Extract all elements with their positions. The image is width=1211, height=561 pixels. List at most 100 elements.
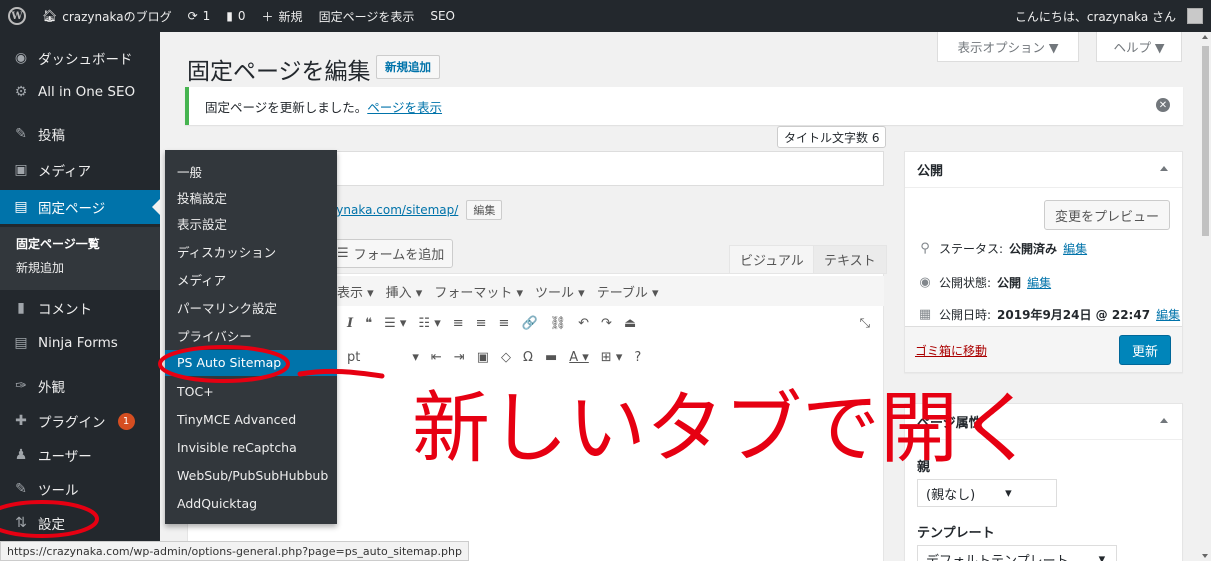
menu-tools[interactable]: ツール ▾: [535, 282, 585, 301]
sidebar-item-plugins[interactable]: ✚ プラグイン 1: [0, 407, 160, 435]
scroll-thumb[interactable]: [1202, 46, 1209, 236]
clear-format-icon[interactable]: ◇: [501, 350, 511, 365]
flyout-item-ps-auto-sitemap[interactable]: PS Auto Sitemap: [165, 350, 337, 376]
scroll-down-arrow-icon[interactable]: [1202, 554, 1208, 558]
permalink-edit-button[interactable]: 編集: [466, 200, 503, 220]
unlink-icon[interactable]: ⛓: [550, 316, 567, 331]
help-icon[interactable]: ?: [634, 350, 641, 365]
sidebar-item-ninja-forms[interactable]: ▤ Ninja Forms: [0, 329, 160, 357]
page-attributes-header[interactable]: ページ属性: [905, 404, 1182, 440]
flyout-item-permalinks[interactable]: パーマリンク設定: [177, 298, 277, 317]
omega-icon[interactable]: Ω: [523, 350, 533, 365]
sidebar-item-users[interactable]: ♟ ユーザー: [0, 441, 160, 469]
visibility-value: 公開: [997, 276, 1022, 290]
eye-icon: ◉: [919, 275, 931, 290]
flyout-item-discussion[interactable]: ディスカッション: [177, 242, 276, 261]
align-center-icon[interactable]: ≡: [476, 316, 487, 331]
sidebar-item-comments[interactable]: ▮ コメント: [0, 294, 160, 322]
scroll-up-arrow-icon[interactable]: [1202, 35, 1208, 39]
edit-visibility-link[interactable]: 編集: [1027, 274, 1051, 291]
new-content-link[interactable]: ＋ 新規: [254, 0, 311, 32]
insert-icon[interactable]: ⏏: [624, 316, 636, 331]
wp-logo-menu[interactable]: W: [0, 0, 34, 32]
sidebar-item-label: 設定: [38, 517, 65, 533]
menu-view[interactable]: 表示 ▾: [337, 282, 374, 301]
align-left-icon[interactable]: ≡: [453, 316, 464, 331]
tab-visual[interactable]: ビジュアル: [729, 245, 815, 274]
menu-format[interactable]: フォーマット ▾: [434, 282, 523, 301]
dashboard-icon: ◉: [14, 50, 28, 66]
align-right-icon[interactable]: ≡: [499, 316, 510, 331]
comments-link[interactable]: ▮ 0: [218, 0, 253, 32]
flyout-item-addquicktag[interactable]: AddQuicktag: [177, 496, 257, 511]
sidebar-item-label: 投稿: [38, 128, 65, 144]
update-button[interactable]: 更新: [1118, 335, 1171, 365]
indent-icon[interactable]: ⇥: [454, 350, 465, 365]
font-size-dropdown-icon[interactable]: ▾: [412, 350, 419, 365]
fullscreen-icon[interactable]: ⤡: [860, 316, 870, 331]
menu-insert[interactable]: 挿入 ▾: [386, 282, 423, 301]
new-label: 新規: [278, 9, 303, 24]
flyout-item-general[interactable]: 一般: [177, 162, 202, 181]
sidebar-item-dashboard[interactable]: ◉ ダッシュボード: [0, 44, 160, 72]
collapse-icon[interactable]: [1160, 418, 1168, 423]
flyout-item-tinymce-advanced[interactable]: TinyMCE Advanced: [177, 412, 296, 427]
edit-status-link[interactable]: 編集: [1063, 240, 1087, 257]
edit-date-link[interactable]: 編集: [1156, 306, 1180, 323]
template-select[interactable]: デフォルトテンプレート ▾: [917, 545, 1117, 561]
plus-icon: ＋: [261, 9, 274, 24]
flyout-item-invisible-recaptcha[interactable]: Invisible reCaptcha: [177, 440, 297, 455]
sidebar-item-all-in-one-seo[interactable]: ⚙ All in One SEO: [0, 78, 160, 106]
flyout-item-privacy[interactable]: プライバシー: [177, 326, 252, 345]
outdent-icon[interactable]: ⇤: [431, 350, 442, 365]
permalink-url[interactable]: zynaka.com/sitemap/: [330, 203, 458, 217]
sidebar-item-appearance[interactable]: ✑ 外観: [0, 372, 160, 400]
italic-icon[interactable]: I: [347, 316, 353, 331]
trash-link[interactable]: ゴミ箱に移動: [915, 342, 987, 359]
hr-icon[interactable]: ▬: [545, 350, 557, 365]
link-icon[interactable]: 🔗: [521, 316, 537, 331]
tab-text[interactable]: テキスト: [813, 245, 887, 274]
parent-select[interactable]: (親なし) ▾: [917, 479, 1057, 507]
flyout-item-websub[interactable]: WebSub/PubSubHubbub: [177, 468, 328, 483]
blockquote-icon[interactable]: ❝: [365, 316, 372, 331]
bullet-list-icon[interactable]: ☰ ▾: [384, 316, 406, 331]
sidebar-item-tools[interactable]: ✎ ツール: [0, 475, 160, 503]
view-page-link[interactable]: 固定ページを表示: [311, 0, 423, 32]
table-icon[interactable]: ⊞ ▾: [601, 350, 623, 365]
publish-box: 公開 変更をプレビュー ⚲ ステータス: 公開済み 編集 ◉ 公開状態: 公開 …: [904, 151, 1183, 373]
flyout-item-reading[interactable]: 表示設定: [177, 214, 227, 233]
sidebar-item-media[interactable]: ▣ メディア: [0, 156, 160, 184]
add-form-button[interactable]: ☰ フォームを追加: [330, 239, 454, 268]
publish-box-title: 公開: [917, 164, 944, 179]
site-name-link[interactable]: 🏠︎ crazynakaのブログ: [34, 0, 180, 32]
menu-table[interactable]: テーブル ▾: [597, 282, 659, 301]
sidebar-item-settings[interactable]: ⇅ 設定: [0, 509, 160, 537]
page-scrollbar[interactable]: [1200, 32, 1211, 561]
flyout-item-media[interactable]: メディア: [177, 270, 226, 289]
submenu-add-new[interactable]: 新規追加: [16, 259, 64, 276]
flyout-item-toc[interactable]: TOC+: [177, 384, 214, 399]
flyout-item-writing[interactable]: 投稿設定: [177, 188, 227, 207]
redo-icon[interactable]: ↷: [601, 316, 612, 331]
paste-icon[interactable]: ▣: [477, 350, 489, 365]
numbered-list-icon[interactable]: ☷ ▾: [418, 316, 440, 331]
font-size-select[interactable]: pt: [347, 350, 360, 365]
account-menu[interactable]: こんにちは、crazynaka さん: [1007, 0, 1211, 32]
dismiss-icon[interactable]: ✕: [1156, 98, 1170, 112]
undo-icon[interactable]: ↶: [578, 316, 589, 331]
updates-link[interactable]: ⟳ 1: [180, 0, 219, 32]
seo-link[interactable]: SEO: [422, 0, 463, 32]
view-page-link[interactable]: ページを表示: [367, 97, 442, 116]
screen-options-button[interactable]: 表示オプション ▼: [937, 32, 1079, 62]
text-color-icon[interactable]: A ▾: [569, 350, 589, 365]
add-new-button[interactable]: 新規追加: [376, 55, 440, 79]
status-label: ステータス:: [939, 242, 1004, 256]
publish-box-header[interactable]: 公開: [905, 152, 1182, 188]
help-button[interactable]: ヘルプ ▼: [1096, 32, 1182, 62]
submenu-all-pages[interactable]: 固定ページ一覧: [16, 235, 100, 252]
sidebar-item-posts[interactable]: ✎ 投稿: [0, 120, 160, 148]
collapse-icon[interactable]: [1160, 166, 1168, 171]
preview-changes-button[interactable]: 変更をプレビュー: [1043, 200, 1170, 230]
sidebar-item-pages[interactable]: ▤ 固定ページ: [0, 190, 160, 224]
